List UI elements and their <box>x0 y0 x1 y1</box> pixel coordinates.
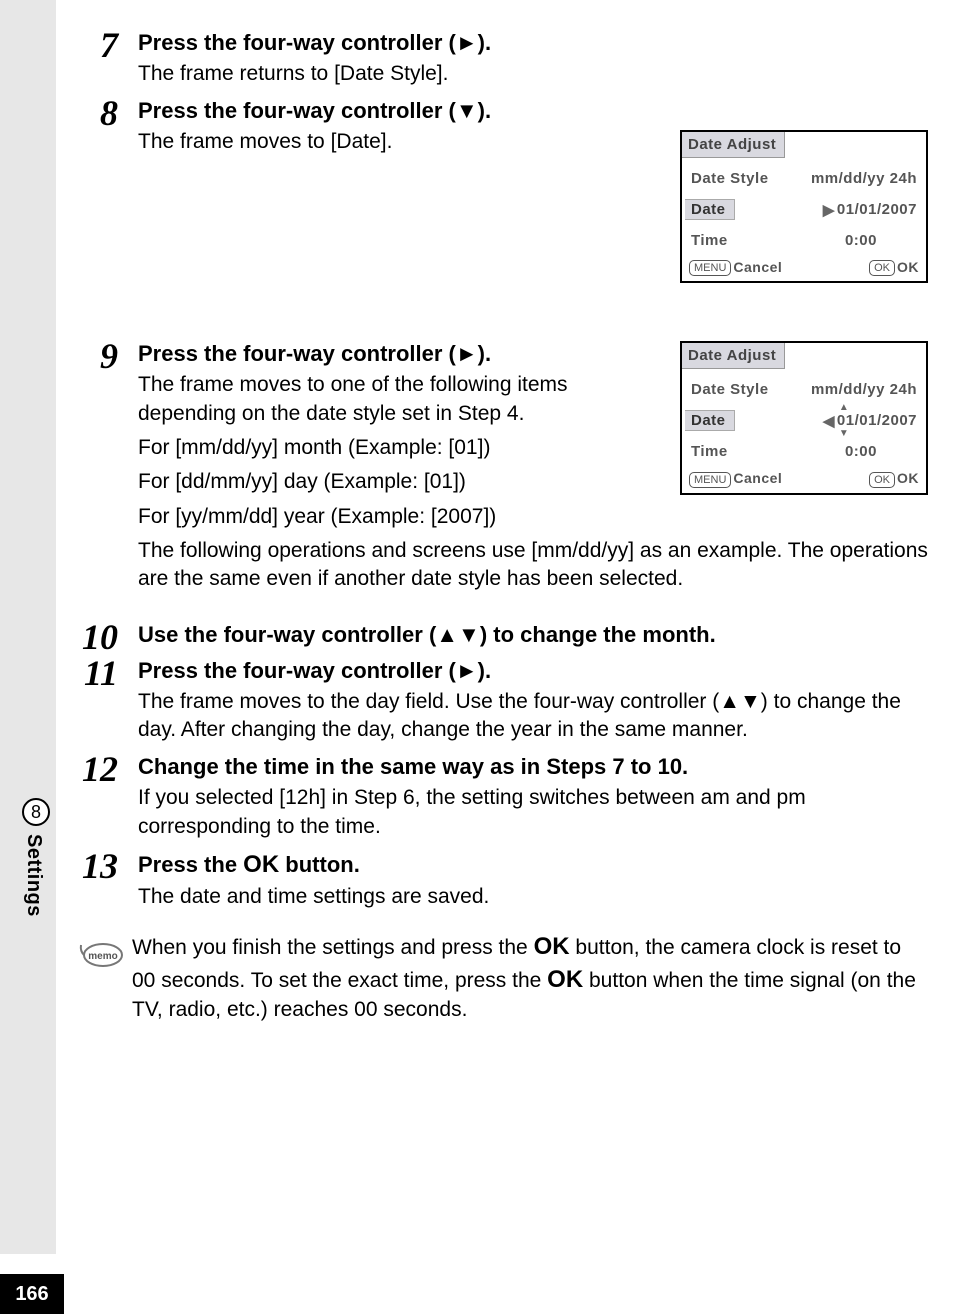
step-title: Press the OK button. <box>138 851 928 879</box>
lcd-cancel: MENUCancel <box>689 259 782 276</box>
cursor-right-icon: ▶ <box>823 201 835 219</box>
memo-text: When you finish the settings and press t… <box>132 931 928 1024</box>
step-10: 10 Use the four-way controller (▲▼) to c… <box>78 622 928 648</box>
right-arrow-icon: ► <box>456 658 478 683</box>
step-number: 7 <box>78 30 118 66</box>
lcd-row-label: Time <box>691 232 728 249</box>
step-desc: For [dd/mm/yy] day (Example: [01]) <box>138 468 928 496</box>
lcd-row-label: Date Style <box>691 170 769 187</box>
step-8: 8 Press the four-way controller (▼). The… <box>78 98 928 156</box>
step-title: Use the four-way controller (▲▼) to chan… <box>138 622 928 648</box>
step-title: Press the four-way controller (►). <box>138 30 928 56</box>
section-number: 8 <box>22 798 50 826</box>
step-9: 9 Press the four-way controller (►). The… <box>78 341 928 593</box>
step-number: 9 <box>78 341 118 377</box>
step-desc: The frame moves to one of the following … <box>138 371 928 428</box>
right-arrow-icon: ► <box>456 341 478 366</box>
ok-label: OK <box>547 966 583 993</box>
step-desc: The date and time settings are saved. <box>138 883 928 911</box>
step-desc: For [mm/dd/yy] month (Example: [01]) <box>138 434 928 462</box>
ok-label: OK <box>534 933 570 960</box>
page-number: 166 <box>0 1274 64 1314</box>
memo-icon: memo <box>78 937 132 1024</box>
step-number: 11 <box>78 652 118 694</box>
step-desc: The following operations and screens use… <box>138 537 928 594</box>
step-7: 7 Press the four-way controller (►). The… <box>78 30 928 88</box>
side-tab: 8 Settings <box>22 798 50 917</box>
step-13: 13 Press the OK button. The date and tim… <box>78 851 928 911</box>
menu-button-icon: MENU <box>689 260 731 276</box>
up-down-arrow-icon: ▲▼ <box>436 622 480 647</box>
lcd-row-value: 0:00 <box>845 232 877 249</box>
step-number: 12 <box>78 748 118 790</box>
step-title: Press the four-way controller (▼). <box>138 98 928 124</box>
lcd-row-value: ▶ 01/01/2007 <box>823 201 917 219</box>
step-11: 11 Press the four-way controller (►). Th… <box>78 658 928 745</box>
lcd-row-label: Date <box>685 199 735 220</box>
step-title: Press the four-way controller (►). <box>138 658 928 684</box>
step-desc: The frame moves to [Date]. <box>138 128 928 156</box>
lcd-ok: OKOK <box>869 259 919 276</box>
step-title: Press the four-way controller (►). <box>138 341 928 367</box>
step-desc: For [yy/mm/dd] year (Example: [2007]) <box>138 503 928 531</box>
svg-text:memo: memo <box>88 951 117 962</box>
step-desc: If you selected [12h] in Step 6, the set… <box>138 784 928 841</box>
step-number: 13 <box>78 845 118 887</box>
step-title: Change the time in the same way as in St… <box>138 754 928 780</box>
section-label: Settings <box>22 834 45 917</box>
step-12: 12 Change the time in the same way as in… <box>78 754 928 841</box>
step-desc: The frame moves to the day field. Use th… <box>138 688 928 745</box>
down-arrow-icon: ▼ <box>456 98 478 123</box>
lcd-row-value: mm/dd/yy 24h <box>811 170 917 187</box>
right-arrow-icon: ► <box>456 30 478 55</box>
ok-button-icon: OK <box>869 260 895 276</box>
page-gutter <box>0 0 56 1254</box>
lcd-screenshot-1: Date Adjust Date Style mm/dd/yy 24h Date… <box>680 130 928 313</box>
memo-note: memo When you finish the settings and pr… <box>78 931 928 1024</box>
step-number: 8 <box>78 92 118 134</box>
step-desc: The frame returns to [Date Style]. <box>138 60 928 88</box>
ok-label: OK <box>243 851 279 878</box>
